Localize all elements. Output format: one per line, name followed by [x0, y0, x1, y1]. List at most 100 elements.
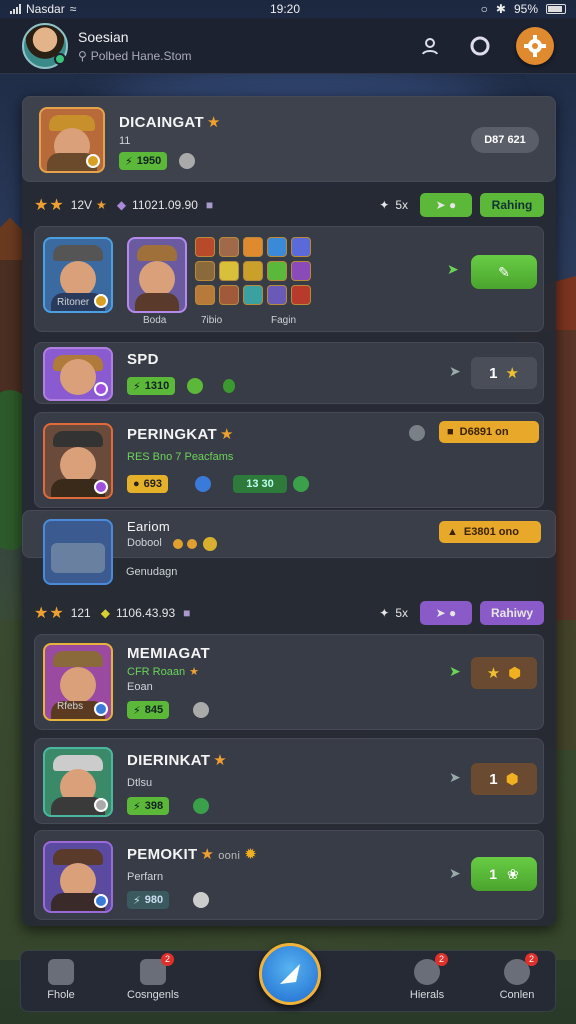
reward-button[interactable]: ★ ⬢ — [471, 657, 537, 689]
alarm-icon: ○ — [480, 2, 488, 16]
nav-challenges[interactable]: 2 Cosngenls — [113, 953, 193, 1001]
team-card[interactable]: Ritoner Boda 7ibio Fagin ➤ ✎ — [34, 226, 544, 332]
gem-icon: ◆ — [116, 198, 127, 212]
item-slot-icon[interactable] — [243, 237, 263, 257]
sun-icon: ✹ — [244, 846, 258, 863]
hero-name: Eariom — [127, 519, 170, 534]
item-slot-icon[interactable] — [267, 285, 287, 305]
hero-row-memiagat[interactable]: Rfebs MEMIAGAT CFR Roaan ★ Eoan ⚡ 845 ➤ ★ ⬢ — [34, 634, 544, 730]
coin-icon: ● — [133, 478, 140, 490]
player-avatar[interactable] — [22, 22, 68, 69]
hero-row-dierinkat[interactable]: DIERINKAT ★ Dtlsu ⚡ 398 ➤ 1 ⬢ — [34, 738, 544, 824]
nav-label: Conlen — [499, 989, 535, 1001]
hero-subtitle: Dobool — [127, 537, 162, 549]
arrow-right-icon: ➤ — [449, 363, 461, 379]
top-header: Soesian ⚲ Polbed Hane.Stom — [0, 18, 576, 74]
weapon-portrait[interactable] — [43, 519, 113, 585]
nav-label: Hierals — [409, 989, 445, 1001]
column-label: Boda — [143, 315, 167, 326]
hero-extra: ooni — [218, 850, 241, 862]
wifi-icon: ≈ — [69, 2, 77, 16]
hero-name: PERINGKAT — [127, 426, 217, 443]
item-slot-icon[interactable] — [219, 237, 239, 257]
blue-gem-icon — [195, 476, 211, 492]
claim-button[interactable]: ■ D6891 on — [439, 421, 539, 443]
play-arrow-icon — [280, 964, 300, 984]
item-slot-icon[interactable] — [291, 285, 311, 305]
star-icon: ★ — [505, 365, 519, 382]
item-slot-icon[interactable] — [291, 261, 311, 281]
upgrade-button[interactable]: 1 ★ — [471, 357, 537, 389]
gear-icon — [524, 34, 546, 57]
second-hero-portrait[interactable] — [127, 237, 187, 313]
gold-value: 693 — [143, 478, 163, 490]
hero-row-eariom[interactable]: Eariom Dobool ▲ E3801 ono — [22, 510, 556, 585]
featured-hero-row[interactable]: DICAINGAT ★ 11 ⚡ 1950 D87 621 — [22, 96, 556, 182]
gem-icon: ◆ — [100, 606, 110, 620]
nav-heroes[interactable]: 2 Hierals — [387, 953, 467, 1001]
item-slot-icon[interactable] — [195, 237, 215, 257]
item-slot-icon[interactable] — [195, 285, 215, 305]
battery-percent: 95% — [513, 2, 538, 16]
play-button[interactable] — [259, 943, 321, 1005]
claim-label: D6891 on — [459, 426, 509, 438]
item-slot-icon[interactable] — [267, 261, 287, 281]
power-chip: ⚡ 845 — [127, 701, 170, 719]
settings-gear-button[interactable] — [516, 26, 554, 65]
arrow-pill-button[interactable]: ➤ ● — [420, 193, 472, 217]
bolt-icon: ⚡ — [133, 380, 141, 393]
star-icon: ★ — [486, 665, 501, 682]
hero-portrait[interactable] — [43, 423, 113, 499]
sword-icon: ✦ — [379, 606, 390, 620]
item-slot-icon[interactable] — [243, 285, 263, 305]
profile-icon: 2 — [504, 953, 538, 985]
group-level: 12V — [70, 198, 93, 212]
nav-label: Fhole — [47, 989, 75, 1001]
item-slot-icon[interactable] — [267, 237, 287, 257]
star-icon: ★ — [213, 752, 228, 769]
notification-badge: 2 — [161, 953, 174, 966]
upgrade-button[interactable]: 1 ❀ — [471, 857, 537, 891]
stars-icon: ★★ — [34, 197, 65, 214]
green-coin-icon — [293, 476, 309, 492]
sun-icon — [203, 537, 217, 551]
item-slot-icon[interactable] — [219, 261, 239, 281]
ranking-button[interactable]: Rahing — [480, 193, 544, 217]
upgrade-count: 1 — [489, 866, 498, 882]
item-slot-icon[interactable] — [243, 261, 263, 281]
star-icon: ★ — [96, 198, 107, 212]
hero-row-pemokit[interactable]: PEMOKIT ★ ooni ✹ Perfarn ⚡ 980 ➤ 1 ❀ — [34, 830, 544, 920]
hero-row-peringkat[interactable]: PERINGKAT ★ RES Bno 7 Peacfams ● 693 13 30… — [34, 412, 544, 508]
upgrade-button[interactable]: 1 ⬢ — [471, 763, 537, 795]
claim-button[interactable]: ▲ E3801 ono — [439, 521, 541, 543]
featured-action-button[interactable]: D87 621 — [471, 127, 539, 153]
profile-icon[interactable] — [416, 32, 444, 60]
search-icon: ⚲ — [78, 48, 87, 63]
ranking-button[interactable]: Rahiwy — [480, 601, 544, 625]
hero-name: PEMOKIT — [127, 846, 198, 863]
nav-content[interactable]: 2 Conlen — [477, 953, 557, 1001]
shield-badge-icon — [409, 425, 425, 441]
online-dot — [54, 52, 66, 65]
hero-row-spd[interactable]: SPD ⚡ 1310 ➤ 1 ★ — [34, 342, 544, 404]
ranking-label: Rahing — [491, 198, 533, 212]
shield-icon[interactable] — [466, 32, 494, 60]
hero-portrait[interactable] — [43, 841, 113, 913]
coin-icon — [187, 539, 197, 549]
bluetooth-icon: ✱ — [495, 2, 506, 16]
hero-portrait[interactable] — [43, 347, 113, 401]
arrow-right-icon: ➤ — [447, 261, 459, 277]
arrow-pill-button[interactable]: ➤ ● — [420, 601, 472, 625]
power-value: 1950 — [136, 155, 162, 167]
hero-portrait[interactable] — [39, 107, 105, 173]
item-slot-icon[interactable] — [219, 285, 239, 305]
item-slot-icon[interactable] — [195, 261, 215, 281]
silver-coin-icon — [193, 702, 209, 718]
group-header-1: ★★ 12V ★ ◆ 11021.09.90 ■ ✦ 5x ➤ ● Rahing — [34, 190, 544, 220]
nav-home[interactable]: Fhole — [21, 959, 101, 1001]
item-slot-icon[interactable] — [291, 237, 311, 257]
star-icon: ★ — [200, 846, 215, 863]
team-edit-button[interactable]: ✎ — [471, 255, 537, 289]
hero-portrait[interactable] — [43, 747, 113, 817]
hero-subtitle: CFR Roaan — [127, 666, 186, 678]
